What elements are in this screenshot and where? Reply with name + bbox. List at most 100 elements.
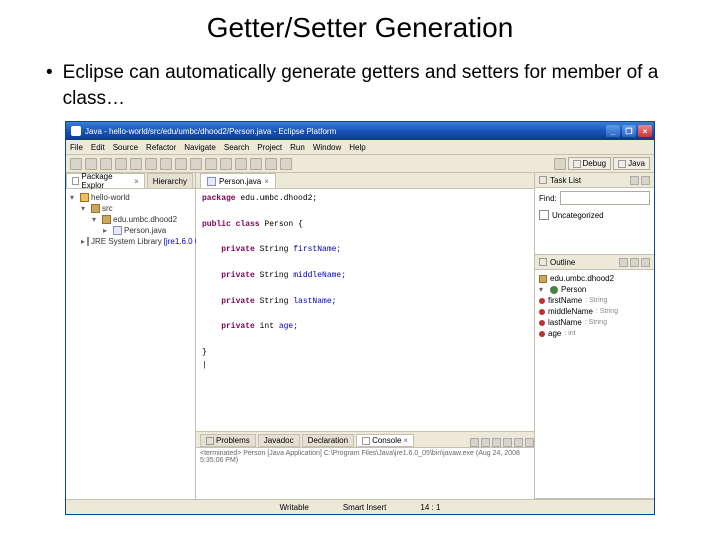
close-tab-icon[interactable]: × xyxy=(134,177,139,186)
tab-problems[interactable]: Problems xyxy=(200,434,256,447)
tasklist-header[interactable]: Task List xyxy=(535,173,654,188)
jre-node[interactable]: JRE System Library xyxy=(91,237,162,246)
library-icon xyxy=(87,237,89,246)
eclipse-icon xyxy=(71,126,81,136)
outline-field-firstname[interactable]: firstName xyxy=(548,296,582,305)
menu-refactor[interactable]: Refactor xyxy=(146,143,176,152)
new-class-icon[interactable] xyxy=(190,158,202,170)
console-scroll-lock-icon[interactable] xyxy=(503,438,512,447)
tasklist-body[interactable]: Find: Uncategorized xyxy=(535,188,654,254)
menu-help[interactable]: Help xyxy=(349,143,365,152)
twisty-icon[interactable]: ▾ xyxy=(81,204,89,213)
outline-menu-icon[interactable] xyxy=(641,258,650,267)
annotation-next-icon[interactable] xyxy=(250,158,262,170)
tab-package-explorer[interactable]: Package Explor× xyxy=(66,173,145,188)
outline-field-age[interactable]: age xyxy=(548,329,561,338)
outline-field-lastname[interactable]: lastName xyxy=(548,318,582,327)
right-panel: Task List Find: Uncategor xyxy=(534,173,654,499)
java-icon xyxy=(618,160,626,168)
class-icon xyxy=(550,286,558,294)
package-icon xyxy=(539,275,547,283)
tab-javadoc[interactable]: Javadoc xyxy=(258,434,300,447)
menu-run[interactable]: Run xyxy=(290,143,305,152)
package-explorer-icon xyxy=(72,177,79,185)
menu-edit[interactable]: Edit xyxy=(91,143,105,152)
outline-tree[interactable]: edu.umbc.dhood2 ▾Person firstName: Strin… xyxy=(535,270,654,498)
console-clear-icon[interactable] xyxy=(492,438,501,447)
outline-sort-icon[interactable] xyxy=(619,258,628,267)
close-console-icon[interactable]: × xyxy=(403,436,408,445)
twisty-icon[interactable]: ▾ xyxy=(70,193,78,202)
menu-search[interactable]: Search xyxy=(224,143,249,152)
left-panel: Package Explor× Hierarchy ▾hello-world ▾… xyxy=(66,173,196,499)
tasklist-menu-icon[interactable] xyxy=(641,176,650,185)
new-package-icon[interactable] xyxy=(175,158,187,170)
outline-icon xyxy=(539,258,547,266)
code-editor[interactable]: package edu.umbc.dhood2; public class Pe… xyxy=(196,189,534,431)
package-node[interactable]: edu.umbc.dhood2 xyxy=(113,215,177,224)
outline-field-middlename[interactable]: middleName xyxy=(548,307,593,316)
console-terminate-icon[interactable] xyxy=(470,438,479,447)
bullet-text: Eclipse can automatically generate gette… xyxy=(63,60,680,111)
status-writable: Writable xyxy=(272,503,317,512)
console-view[interactable]: <terminated> Person [Java Application] C… xyxy=(196,447,534,499)
field-icon xyxy=(539,331,545,337)
menu-window[interactable]: Window xyxy=(313,143,341,152)
close-editor-icon[interactable]: × xyxy=(264,177,269,186)
outline-class[interactable]: Person xyxy=(561,285,586,294)
status-insert-mode: Smart Insert xyxy=(335,503,395,512)
tab-hierarchy[interactable]: Hierarchy xyxy=(147,173,193,188)
status-bar: Writable Smart Insert 14 : 1 xyxy=(66,499,654,514)
console-remove-icon[interactable] xyxy=(481,438,490,447)
tasklist-search-input[interactable] xyxy=(560,191,650,205)
tasklist-icon xyxy=(539,176,547,184)
menu-project[interactable]: Project xyxy=(257,143,282,152)
ext-tools-icon[interactable] xyxy=(160,158,172,170)
tab-console[interactable]: Console× xyxy=(356,434,414,447)
twisty-icon[interactable]: ▸ xyxy=(103,226,111,235)
menu-navigate[interactable]: Navigate xyxy=(184,143,216,152)
uncategorized-node[interactable]: Uncategorized xyxy=(552,211,604,220)
forward-icon[interactable] xyxy=(280,158,292,170)
minimize-button[interactable]: _ xyxy=(606,125,620,137)
console-pin-icon[interactable] xyxy=(514,438,523,447)
outline-package[interactable]: edu.umbc.dhood2 xyxy=(550,274,614,283)
back-icon[interactable] xyxy=(265,158,277,170)
field-icon xyxy=(539,320,545,326)
java-file-icon xyxy=(113,226,122,235)
twisty-icon[interactable]: ▾ xyxy=(539,285,547,294)
bottom-tabs: Problems Javadoc Declaration Console× xyxy=(196,431,534,447)
find-label: Find: xyxy=(539,194,557,203)
print-icon[interactable] xyxy=(100,158,112,170)
debug-icon[interactable] xyxy=(130,158,142,170)
outline-filter-icon[interactable] xyxy=(630,258,639,267)
package-explorer-tree[interactable]: ▾hello-world ▾src ▾edu.umbc.dhood2 ▸Pers… xyxy=(66,189,195,499)
close-button[interactable]: × xyxy=(638,125,652,137)
new-icon[interactable] xyxy=(70,158,82,170)
project-node[interactable]: hello-world xyxy=(91,193,130,202)
status-cursor-position: 14 : 1 xyxy=(412,503,448,512)
src-node[interactable]: src xyxy=(102,204,113,213)
annotation-prev-icon[interactable] xyxy=(235,158,247,170)
run-icon[interactable] xyxy=(145,158,157,170)
console-display-icon[interactable] xyxy=(525,438,534,447)
tab-declaration[interactable]: Declaration xyxy=(302,434,354,447)
open-perspective-icon[interactable] xyxy=(554,158,566,170)
open-type-icon[interactable] xyxy=(205,158,217,170)
titlebar[interactable]: Java - hello-world/src/edu/umbc/dhood2/P… xyxy=(66,122,654,140)
maximize-button[interactable]: ❐ xyxy=(622,125,636,137)
menu-file[interactable]: File xyxy=(70,143,83,152)
outline-header[interactable]: Outline xyxy=(535,255,654,270)
file-node[interactable]: Person.java xyxy=(124,226,166,235)
twisty-icon[interactable]: ▸ xyxy=(81,237,85,246)
menu-source[interactable]: Source xyxy=(113,143,138,152)
search-icon[interactable] xyxy=(220,158,232,170)
perspective-debug[interactable]: Debug xyxy=(568,157,612,170)
twisty-icon[interactable]: ▾ xyxy=(92,215,100,224)
build-icon[interactable] xyxy=(115,158,127,170)
eclipse-window: Java - hello-world/src/edu/umbc/dhood2/P… xyxy=(65,121,655,515)
perspective-java[interactable]: Java xyxy=(613,157,650,170)
tasklist-toolbar-icon[interactable] xyxy=(630,176,639,185)
editor-tab-person[interactable]: Person.java × xyxy=(200,173,276,188)
save-icon[interactable] xyxy=(85,158,97,170)
